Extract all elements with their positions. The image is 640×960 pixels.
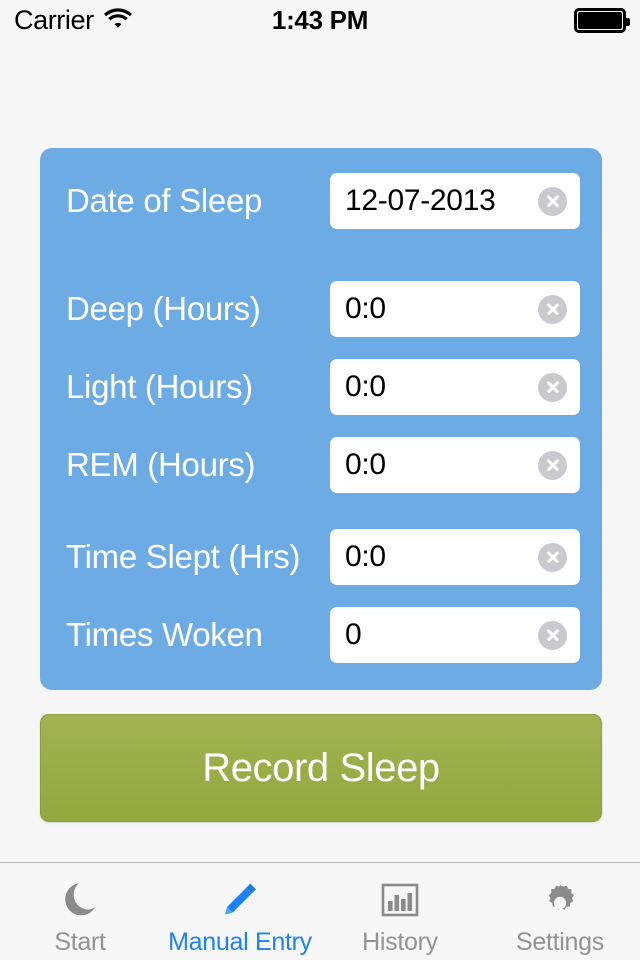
tab-manual-entry[interactable]: Manual Entry (160, 863, 320, 960)
tab-settings-label: Settings (516, 928, 604, 956)
input-times-woken-value: 0 (345, 618, 362, 651)
form-row-time-slept: Time Slept (Hrs) 0:0 (40, 524, 602, 590)
input-light-hours[interactable]: 0:0 (330, 359, 580, 415)
moon-icon (57, 874, 103, 926)
clear-circle-icon[interactable] (538, 294, 567, 324)
tab-manual-entry-label: Manual Entry (168, 928, 312, 956)
record-sleep-button-label: Record Sleep (202, 745, 440, 790)
record-sleep-button[interactable]: Record Sleep (40, 714, 602, 822)
label-times-woken: Times Woken (66, 616, 263, 653)
tab-start-label: Start (54, 928, 106, 956)
tab-bar: Start Manual Entry History Settings (0, 862, 640, 960)
status-bar: Carrier 1:43 PM (0, 0, 640, 40)
app-screen: Carrier 1:43 PM Date of Sleep 12-07-2013 (0, 0, 640, 960)
form-row-times-woken: Times Woken 0 (40, 602, 602, 668)
clear-circle-icon[interactable] (538, 186, 567, 216)
input-rem-hours[interactable]: 0:0 (330, 437, 580, 493)
tab-history[interactable]: History (320, 863, 480, 960)
sleep-entry-panel: Date of Sleep 12-07-2013 Deep (Hours) 0:… (40, 148, 602, 690)
form-row-light-hours: Light (Hours) 0:0 (40, 354, 602, 420)
tab-start[interactable]: Start (0, 863, 160, 960)
status-bar-time: 1:43 PM (271, 4, 369, 35)
form-row-deep-hours: Deep (Hours) 0:0 (40, 276, 602, 342)
input-time-slept[interactable]: 0:0 (330, 529, 580, 585)
clear-circle-icon[interactable] (538, 542, 567, 572)
gear-icon (537, 874, 583, 926)
tab-history-label: History (362, 928, 438, 956)
label-rem-hours: REM (Hours) (66, 446, 256, 483)
input-rem-hours-value: 0:0 (345, 448, 386, 481)
label-light-hours: Light (Hours) (66, 368, 253, 405)
label-time-slept: Time Slept (Hrs) (66, 538, 301, 575)
clear-circle-icon[interactable] (538, 450, 567, 480)
input-time-slept-value: 0:0 (345, 540, 386, 573)
input-deep-hours-value: 0:0 (345, 292, 386, 325)
tab-settings[interactable]: Settings (480, 863, 640, 960)
input-date-of-sleep-value: 12-07-2013 (345, 184, 496, 217)
input-deep-hours[interactable]: 0:0 (330, 281, 580, 337)
label-date-of-sleep: Date of Sleep (66, 182, 263, 219)
input-times-woken[interactable]: 0 (330, 607, 580, 663)
clear-circle-icon[interactable] (538, 620, 567, 650)
bar-chart-icon (377, 874, 423, 926)
form-row-date-of-sleep: Date of Sleep 12-07-2013 (40, 168, 602, 234)
label-deep-hours: Deep (Hours) (66, 290, 261, 327)
pencil-icon (217, 874, 263, 926)
input-date-of-sleep[interactable]: 12-07-2013 (330, 173, 580, 229)
status-bar-right (574, 7, 630, 33)
battery-full-icon (574, 7, 630, 33)
form-row-rem-hours: REM (Hours) 0:0 (40, 432, 602, 498)
input-light-hours-value: 0:0 (345, 370, 386, 403)
clear-circle-icon[interactable] (538, 372, 567, 402)
